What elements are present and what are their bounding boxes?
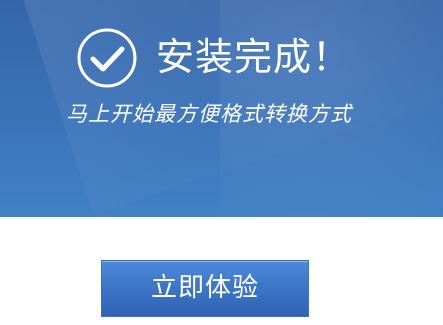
check-circle-icon: [77, 28, 137, 88]
install-complete-title: 安装完成！: [156, 35, 352, 79]
install-subtitle: 马上开始最方便格式转换方式: [66, 102, 352, 126]
header-banner: 安装完成！ 马上开始最方便格式转换方式: [0, 0, 443, 217]
try-now-button[interactable]: 立即体验: [101, 260, 309, 317]
